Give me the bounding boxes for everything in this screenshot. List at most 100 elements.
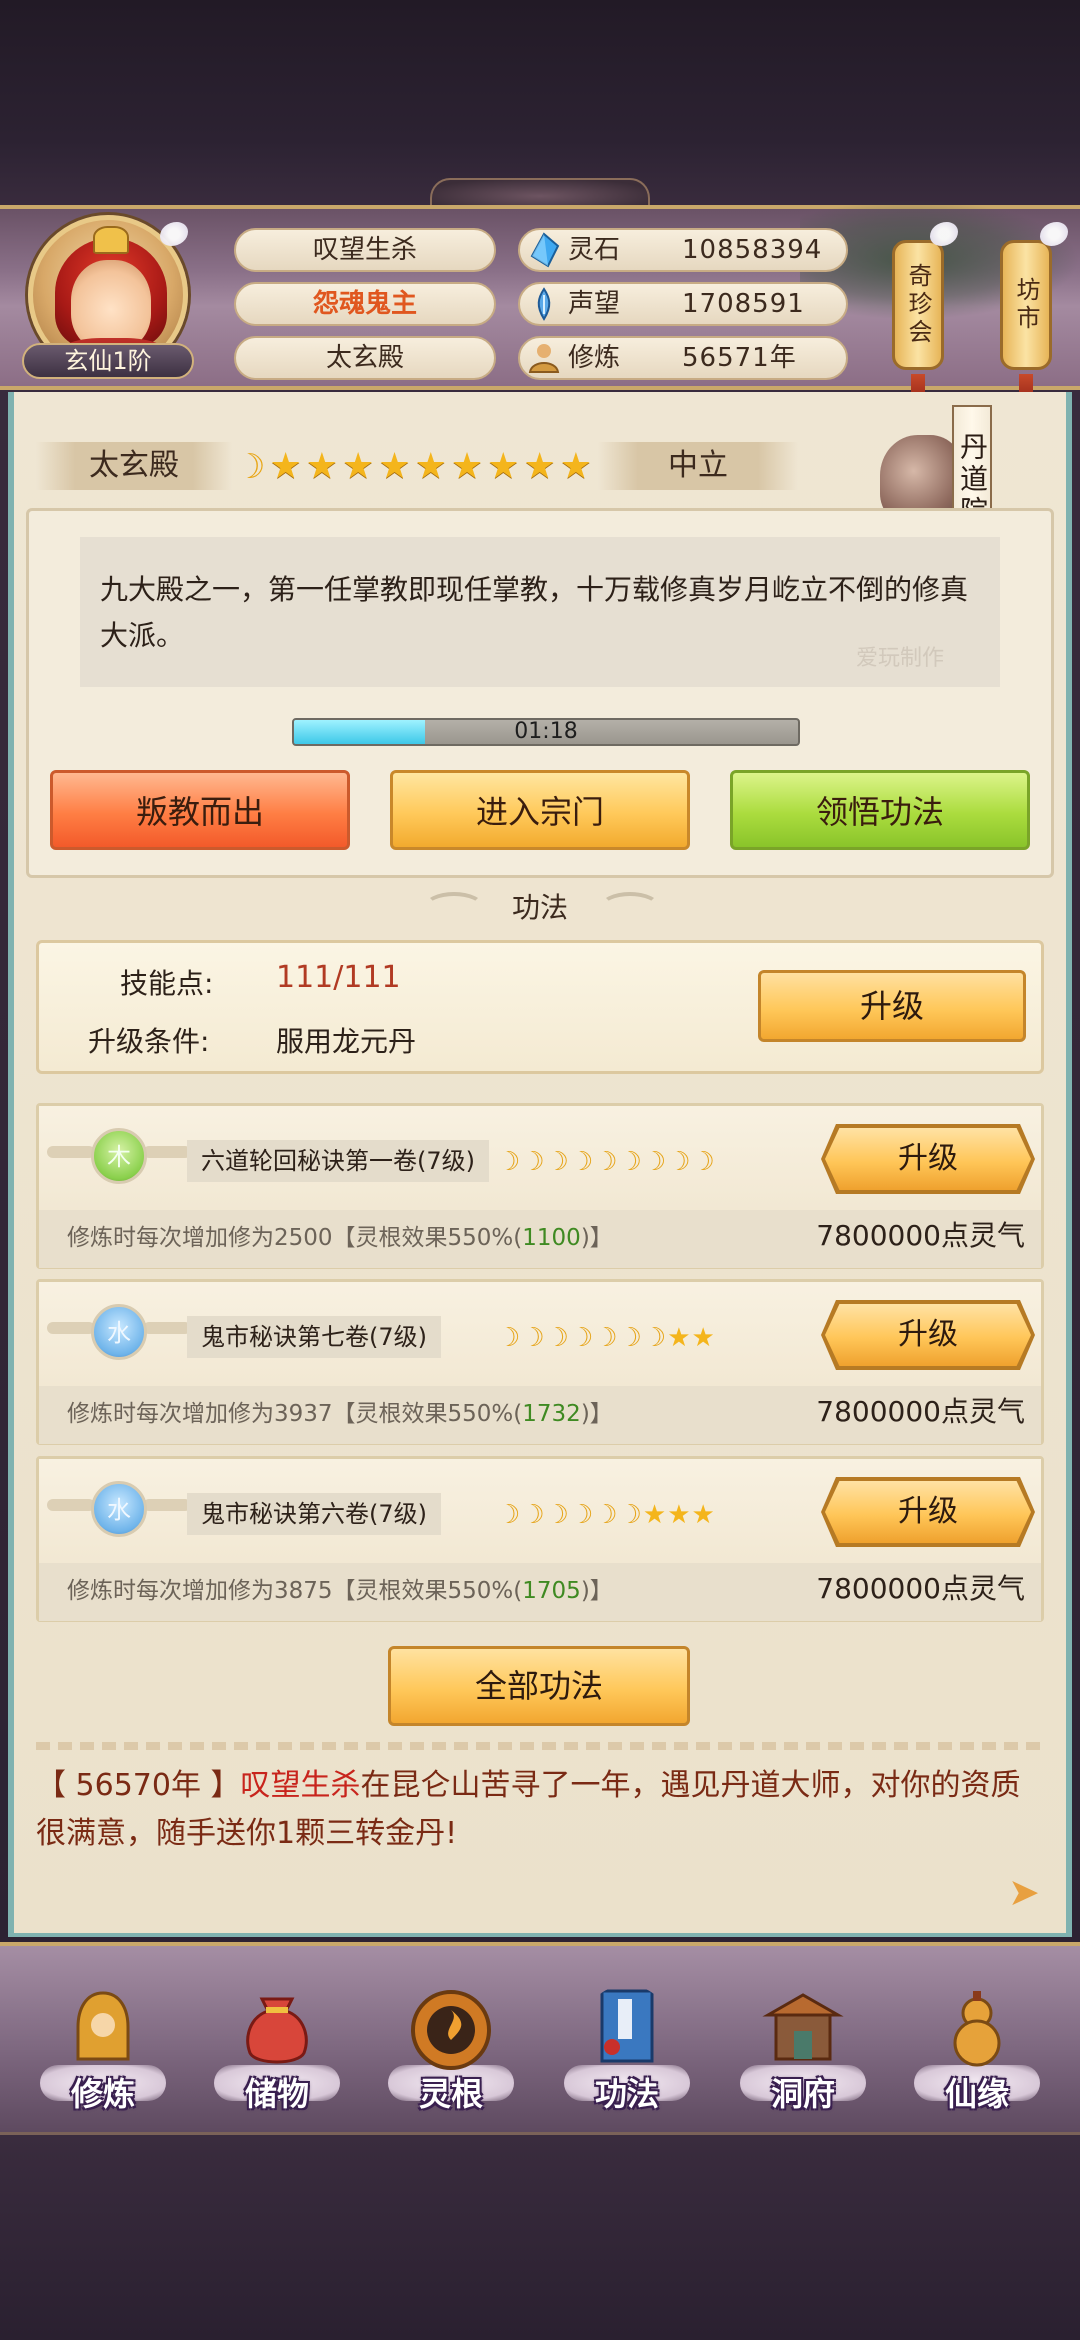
technique-card: 水 鬼市秘诀第七卷(7级) ☽ ☽ ☽ ☽ ☽ ☽ ☽ ★ ★ 升级 修炼时每次增加修为3937… [36, 1279, 1044, 1445]
player-title[interactable]: 怨魂鬼主 [234, 282, 496, 326]
moon-icon: ☽ [594, 1147, 618, 1177]
resource-value: 10858394 [682, 235, 823, 265]
log-year: 【 56570年 】 [36, 1768, 241, 1803]
orb-wing [143, 1499, 191, 1511]
upgrade-condition-value: 服用龙元丹 [276, 1025, 417, 1058]
water-element-icon: 水 [91, 1304, 147, 1360]
effect-bonus: 1705 [522, 1578, 581, 1604]
star-icon: ★ [559, 446, 593, 487]
nav-technique[interactable]: 功法 [552, 1985, 702, 2135]
moon-icon: ☽ [618, 1147, 642, 1177]
star-icon: ★ [667, 1500, 691, 1530]
betray-sect-button[interactable]: 叛教而出 [50, 770, 350, 850]
sect-rating: ☽ ★ ★ ★ ★ ★ ★ ★ ★ ★ [235, 445, 592, 489]
moon-icon: ☽ [521, 1147, 545, 1177]
technique-grade: ☽ ☽ ☽ ☽ ☽ ☽ ★ ★ ★ [497, 1497, 715, 1533]
player-sect: 太玄殿 [234, 336, 496, 380]
nav-cultivate[interactable]: 修炼 [28, 1985, 178, 2135]
resource-cultivation: 修炼 56571年 [518, 336, 848, 380]
rank-badge: 玄仙1阶 [22, 343, 194, 379]
star-icon: ★ [450, 446, 484, 487]
technique-effect: 修炼时每次增加修为2500【灵根效果550%(1100)】 [67, 1218, 613, 1252]
resource-value: 1708591 [682, 289, 805, 319]
moon-icon: ☽ [545, 1147, 569, 1177]
technique-upgrade-button[interactable]: 升级 [825, 1304, 1031, 1366]
effect-bonus: 1732 [522, 1401, 581, 1427]
orb-wing [47, 1322, 95, 1334]
technique-cost: 7800000点灵气 [816, 1219, 1025, 1252]
skill-points-value: 111/111 [276, 960, 401, 995]
gourd-icon [953, 1991, 1001, 2067]
sect-name-ribbon: 太玄殿 [36, 442, 232, 490]
technique-effect: 修炼时每次增加修为3937【灵根效果550%(1732)】 [67, 1394, 613, 1428]
moon-icon: ☽ [618, 1323, 642, 1353]
next-arrow-icon[interactable]: ➤ [1008, 1872, 1048, 1912]
moon-icon: ☽ [642, 1323, 667, 1353]
ornament-divider [36, 1742, 1044, 1750]
star-icon: ★ [667, 1323, 691, 1353]
star-icon: ★ [642, 1500, 667, 1530]
moon-icon: ☽ [667, 1147, 691, 1177]
wood-element-icon: 木 [91, 1128, 147, 1184]
storage-bag-icon [246, 1997, 308, 2064]
nav-label: 仙缘 [944, 2075, 1009, 2113]
cave-house-icon [762, 1993, 844, 2061]
technique-grade: ☽ ☽ ☽ ☽ ☽ ☽ ☽ ★ ★ [497, 1320, 715, 1356]
star-icon: ★ [269, 446, 302, 487]
treasure-auction-button[interactable]: 奇珍会 [892, 240, 944, 370]
nav-spirit-root[interactable]: 灵根 [376, 1985, 526, 2135]
star-icon: ★ [305, 446, 339, 487]
market-button[interactable]: 坊市 [1000, 240, 1052, 370]
water-element-icon: 水 [91, 1481, 147, 1537]
swirl-decoration [600, 892, 660, 922]
spirit-stone-icon [530, 232, 560, 268]
technique-card: 水 鬼市秘诀第六卷(7级) ☽ ☽ ☽ ☽ ☽ ☽ ★ ★ ★ 升级 修炼时每次增加修为3875… [36, 1456, 1044, 1622]
moon-icon: ☽ [618, 1500, 642, 1530]
star-icon: ★ [691, 1323, 715, 1353]
moon-icon: ☽ [569, 1500, 594, 1530]
moon-icon: ☽ [235, 447, 266, 487]
effect-bonus: 1100 [522, 1225, 581, 1251]
effect-text: 修炼时每次增加修为2500【灵根效果550%( [67, 1225, 523, 1251]
moon-icon: ☽ [521, 1323, 545, 1353]
nav-storage[interactable]: 储物 [202, 1985, 352, 2135]
nav-label: 修炼 [70, 2075, 135, 2113]
orb-wing [47, 1499, 95, 1511]
moon-icon: ☽ [497, 1500, 521, 1530]
all-techniques-button[interactable]: 全部功法 [388, 1646, 690, 1726]
effect-text: 修炼时每次增加修为3937【灵根效果550%( [67, 1401, 523, 1427]
moon-icon: ☽ [594, 1323, 618, 1353]
technique-card: 木 六道轮回秘诀第一卷(7级) ☽ ☽ ☽ ☽ ☽ ☽ ☽ ☽ ☽ 升级 修炼时每次增加修为25… [36, 1103, 1044, 1269]
resource-reputation: 声望 1708591 [518, 282, 848, 326]
star-icon: ★ [342, 446, 375, 487]
technique-cost: 7800000点灵气 [816, 1395, 1025, 1428]
nav-fate[interactable]: 仙缘 [902, 1985, 1052, 2135]
skill-points-label: 技能点: [120, 967, 214, 1000]
orb-wing [47, 1146, 95, 1158]
moon-icon: ☽ [545, 1500, 569, 1530]
nav-cave-house[interactable]: 洞府 [728, 1985, 878, 2135]
moon-icon: ☽ [569, 1323, 594, 1353]
reputation-icon [537, 287, 551, 321]
technique-name: 鬼市秘诀第七卷(7级) [187, 1316, 441, 1358]
technique-upgrade-button[interactable]: 升级 [825, 1481, 1031, 1543]
moon-icon: ☽ [642, 1147, 667, 1177]
comprehend-technique-button[interactable]: 领悟功法 [730, 770, 1030, 850]
timer-text: 01:18 [514, 719, 578, 744]
orb-wing [143, 1322, 191, 1334]
skill-upgrade-button[interactable]: 升级 [758, 970, 1026, 1042]
star-icon: ★ [487, 446, 520, 487]
nav-label: 洞府 [770, 2075, 835, 2113]
player-name: 叹望生杀 [234, 228, 496, 272]
nav-label: 灵根 [418, 2075, 483, 2113]
moon-icon: ☽ [521, 1500, 545, 1530]
moon-icon: ☽ [497, 1323, 521, 1353]
technique-upgrade-button[interactable]: 升级 [825, 1128, 1031, 1190]
star-icon: ★ [691, 1500, 715, 1530]
log-player-name: 叹望生杀 [240, 1768, 361, 1803]
spirit-root-icon [411, 1990, 491, 2070]
moon-icon: ☽ [691, 1147, 715, 1177]
effect-suffix: )】 [580, 1401, 613, 1427]
crown-icon [93, 226, 129, 254]
enter-sect-button[interactable]: 进入宗门 [390, 770, 690, 850]
